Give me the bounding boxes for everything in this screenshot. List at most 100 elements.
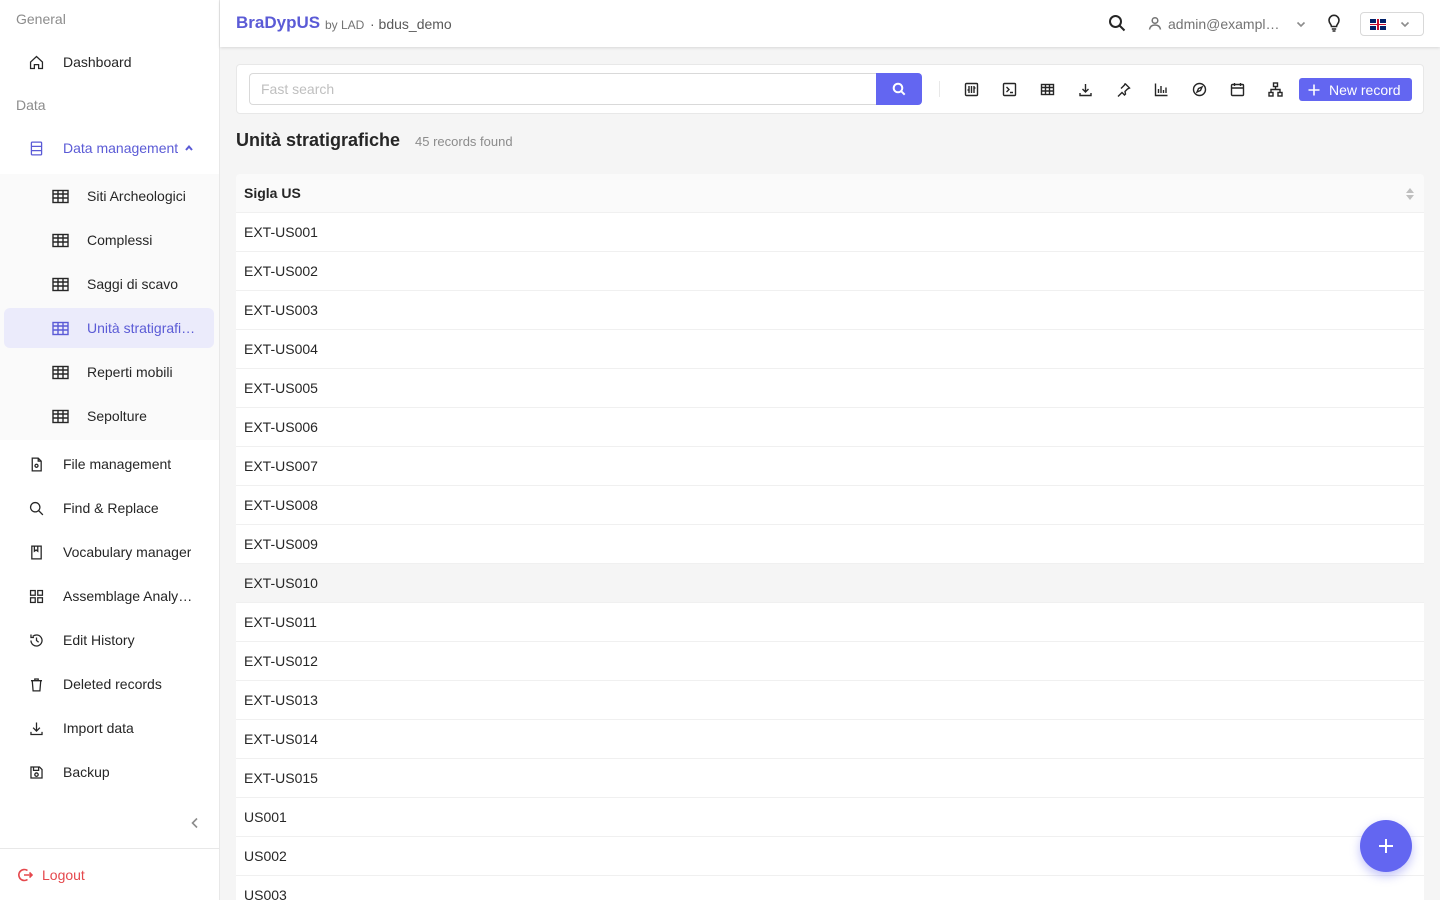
export-button[interactable] [1076,80,1094,98]
toolbar-divider [939,81,940,97]
page-title: Unità stratigrafiche [236,130,401,150]
table-cell-sigla-us: US003 [244,887,287,900]
table-row[interactable]: EXT-US010 [236,564,1424,603]
table-row[interactable]: EXT-US004 [236,330,1424,369]
chart-button[interactable] [1152,80,1170,98]
sidebar-item-label: Find & Replace [63,500,159,516]
table-cell-sigla-us: US002 [244,848,287,864]
table-cell-sigla-us: EXT-US011 [244,614,317,630]
pin-button[interactable] [1114,80,1132,98]
grid-icon [26,586,46,606]
sidebar-item-vocabulary-manager[interactable]: Vocabulary manager [0,532,219,572]
table-cell-sigla-us: US001 [244,809,287,825]
sort-icon[interactable] [1405,186,1415,202]
sidebar-item-deleted-records[interactable]: Deleted records [0,664,219,704]
user-email: admin@example.com [1168,16,1284,32]
sidebar-subitem-label: Sepolture [87,408,147,424]
sidebar-subitem[interactable]: Complessi [4,220,214,260]
table-view-button[interactable] [1038,80,1056,98]
header-search-button[interactable] [1108,14,1128,34]
table-cell-sigla-us: EXT-US004 [244,341,318,357]
sidebar-item-label: Backup [63,764,110,780]
tips-button[interactable] [1326,13,1344,33]
new-record-button[interactable]: New record [1299,78,1412,101]
advanced-search-button[interactable] [962,80,980,98]
brand-logo[interactable]: BraDypUS [236,13,320,33]
table-row[interactable]: EXT-US011 [236,603,1424,642]
sidebar-item-label: Import data [63,720,134,736]
logout-button[interactable]: Logout [0,848,219,900]
chevron-up-icon [184,140,194,156]
chevron-down-icon [1284,16,1306,32]
sidebar-item-label: Assemblage Analysis [63,588,195,604]
sidebar-subitem[interactable]: Reperti mobili [4,352,214,392]
table-icon [50,230,70,250]
add-record-fab[interactable] [1360,820,1412,872]
fast-search-input[interactable] [249,73,877,105]
table-cell-sigla-us: EXT-US012 [244,653,318,669]
user-menu[interactable]: admin@example.com [1148,14,1306,34]
top-header: BraDypUS by LAD · bdus_demo admin@exampl… [220,0,1440,47]
table-row[interactable]: EXT-US006 [236,408,1424,447]
lightbulb-icon [1328,14,1340,32]
sidebar-item-assemblage-analysis[interactable]: Assemblage Analysis [0,576,219,616]
table-row[interactable]: EXT-US007 [236,447,1424,486]
compass-icon [1192,82,1206,96]
hierarchy-button[interactable] [1266,80,1284,98]
table-row[interactable]: EXT-US012 [236,642,1424,681]
export-icon [1078,83,1092,96]
collapse-sidebar-button[interactable] [188,816,206,834]
table-row[interactable]: EXT-US001 [236,213,1424,252]
table-row[interactable]: US002 [236,837,1424,876]
table-icon [50,318,70,338]
table-row[interactable]: EXT-US002 [236,252,1424,291]
search-icon [892,82,906,96]
sidebar-subitem[interactable]: Unità stratigrafiche [4,308,214,348]
table-row[interactable]: EXT-US013 [236,681,1424,720]
sidebar-item-label: Deleted records [63,676,162,692]
sidebar-subitem[interactable]: Saggi di scavo [4,264,214,304]
sidebar-item-edit-history[interactable]: Edit History [0,620,219,660]
table-cell-sigla-us: EXT-US010 [244,575,318,591]
sidebar-item-label: Vocabulary manager [63,544,192,560]
pin-icon [1117,82,1131,97]
new-record-label: New record [1329,81,1401,98]
table-row[interactable]: EXT-US003 [236,291,1424,330]
sidebar-item-find-replace[interactable]: Find & Replace [0,488,219,528]
table-row[interactable]: EXT-US015 [236,759,1424,798]
table-row[interactable]: US001 [236,798,1424,837]
table-cell-sigla-us: EXT-US006 [244,419,318,435]
search-submit-button[interactable] [876,73,922,105]
table-row[interactable]: EXT-US005 [236,369,1424,408]
calendar-button[interactable] [1228,80,1246,98]
sidebar-item-label: File management [63,456,172,472]
logout-icon [18,868,33,881]
sidebar-subitem[interactable]: Sepolture [4,396,214,436]
map-button[interactable] [1190,80,1208,98]
sql-terminal-button[interactable] [1000,80,1018,98]
sidebar-subitem-label: Saggi di scavo [87,276,179,292]
search-icon [26,498,46,518]
sidebar-item-backup[interactable]: Backup [0,752,219,792]
advanced-search-icon [964,82,978,96]
sidebar-item-file-management[interactable]: File management [0,444,219,484]
sidebar-subitem-label: Siti Archeologici [87,188,186,204]
table-row[interactable]: EXT-US009 [236,525,1424,564]
sidebar-item-data-management[interactable]: Data management [0,128,219,168]
uk-flag-icon [1370,18,1386,30]
language-selector[interactable] [1360,12,1424,36]
sidebar-subitem-label: Complessi [87,232,153,248]
table-cell-sigla-us: EXT-US002 [244,263,318,279]
table-row[interactable]: EXT-US008 [236,486,1424,525]
sidebar-item-import-data[interactable]: Import data [0,708,219,748]
records-table: Sigla US EXT-US001 EXT-US002 EXT-US003 EXT-… [236,174,1424,900]
table-cell-sigla-us: EXT-US015 [244,770,318,786]
sidebar-subitem[interactable]: Siti Archeologici [4,176,214,216]
home-icon [26,52,46,72]
download-icon [26,718,46,738]
sidebar-item-dashboard[interactable]: Dashboard [0,42,219,82]
table-row[interactable]: EXT-US014 [236,720,1424,759]
table-row[interactable]: US003 [236,876,1424,900]
sidebar-subitem-label: Reperti mobili [87,364,173,380]
column-header-sigla-us[interactable]: Sigla US [236,174,1424,213]
